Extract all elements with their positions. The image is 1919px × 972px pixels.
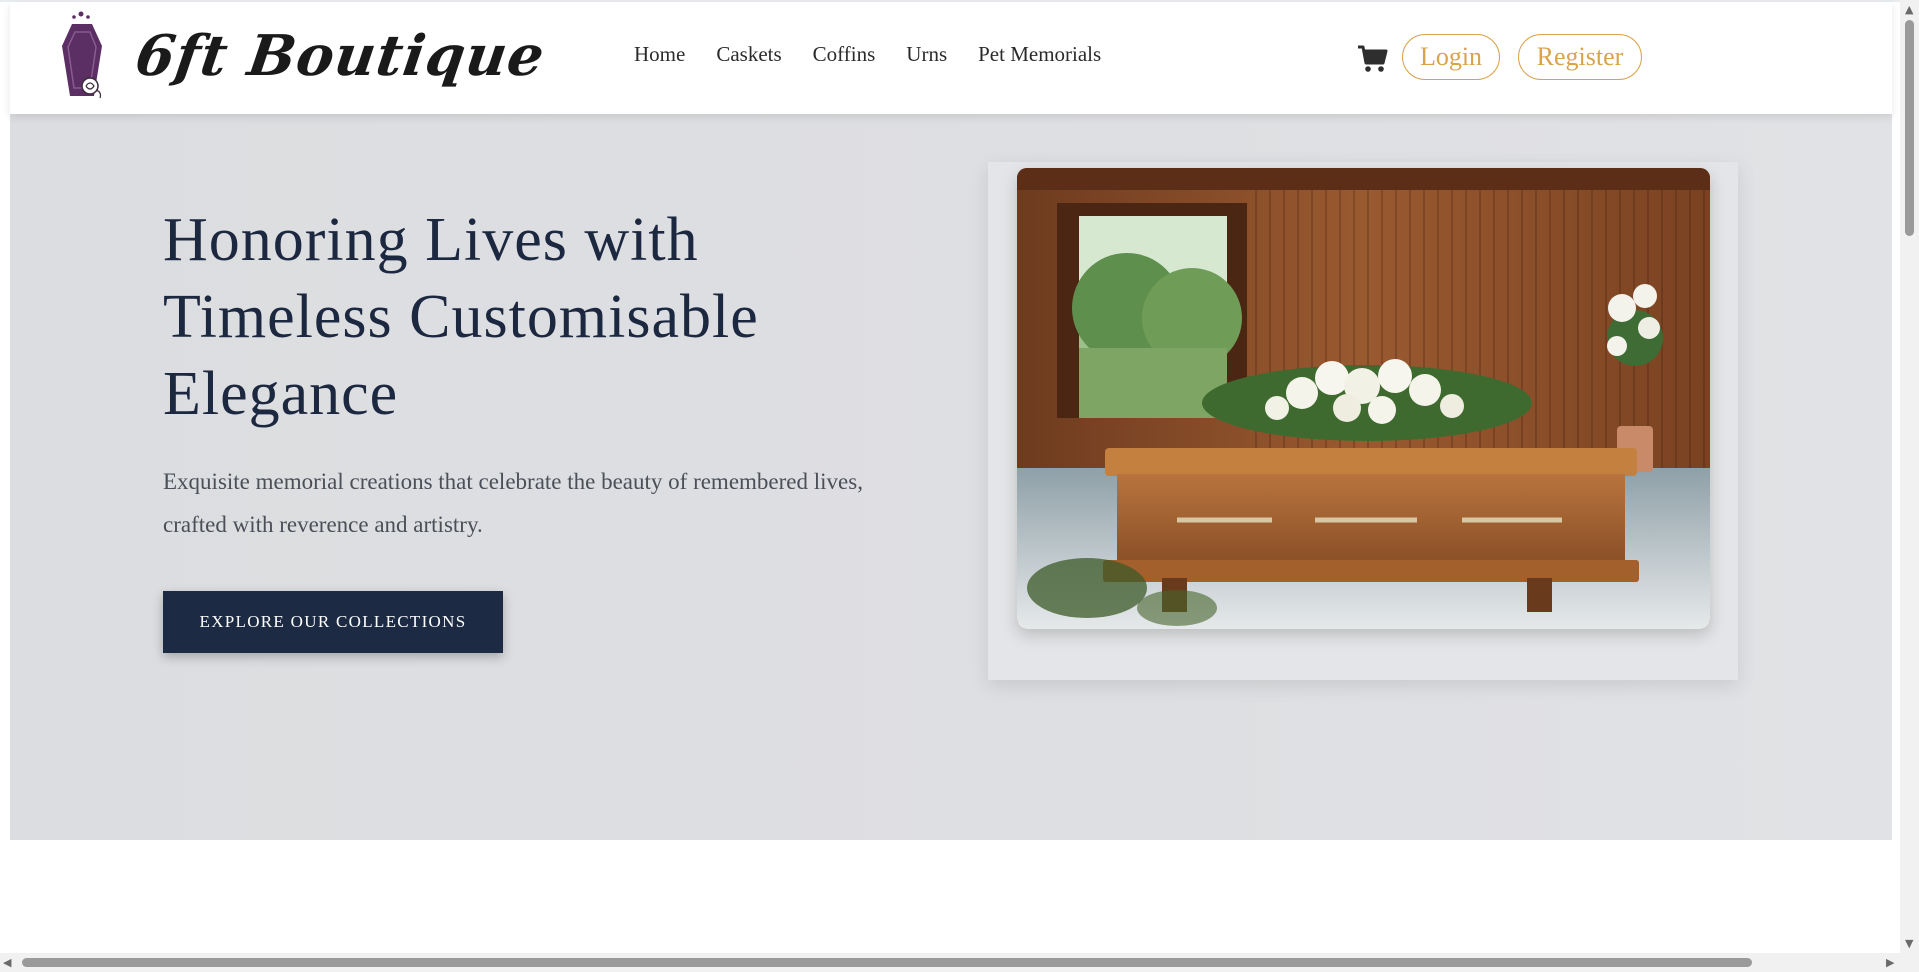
scroll-left-arrow-icon[interactable]: ◀ xyxy=(3,956,11,969)
vertical-scrollbar[interactable]: ▲ ▼ xyxy=(1900,0,1919,972)
brand-logo[interactable]: 6ft Boutique xyxy=(50,10,549,102)
horizontal-scrollbar[interactable]: ◀ ▶ xyxy=(0,953,1900,972)
casket-photo xyxy=(1017,168,1710,629)
nav-coffins[interactable]: Coffins xyxy=(813,42,876,67)
cart-icon[interactable] xyxy=(1355,40,1391,76)
coffin-rose-logo-icon xyxy=(62,11,102,99)
explore-collections-button[interactable]: EXPLORE OUR COLLECTIONS xyxy=(163,591,503,653)
hero-image xyxy=(1017,168,1710,629)
vertical-scroll-thumb[interactable] xyxy=(1905,20,1914,236)
scroll-down-arrow-icon[interactable]: ▼ xyxy=(1905,937,1913,950)
hero-section: Honoring Lives with Timeless Customisabl… xyxy=(10,114,1892,840)
nav-pet-memorials[interactable]: Pet Memorials xyxy=(978,42,1101,67)
nav-caskets[interactable]: Caskets xyxy=(716,42,781,67)
hero-image-card xyxy=(988,162,1738,680)
login-button[interactable]: Login xyxy=(1402,34,1500,80)
site-header: 6ft Boutique Home Caskets Coffins Urns P… xyxy=(10,2,1892,114)
nav-urns[interactable]: Urns xyxy=(906,42,947,67)
main-nav: Home Caskets Coffins Urns Pet Memorials xyxy=(634,42,1101,67)
brand-name: 6ft Boutique xyxy=(131,23,550,89)
hero-title: Honoring Lives with Timeless Customisabl… xyxy=(163,206,759,428)
horizontal-scroll-thumb[interactable] xyxy=(22,958,1752,967)
hero-subtitle: Exquisite memorial creations that celebr… xyxy=(163,469,863,537)
scroll-right-arrow-icon[interactable]: ▶ xyxy=(1886,956,1894,969)
register-button[interactable]: Register xyxy=(1518,34,1642,80)
nav-home[interactable]: Home xyxy=(634,42,685,67)
scroll-up-arrow-icon[interactable]: ▲ xyxy=(1905,3,1913,16)
